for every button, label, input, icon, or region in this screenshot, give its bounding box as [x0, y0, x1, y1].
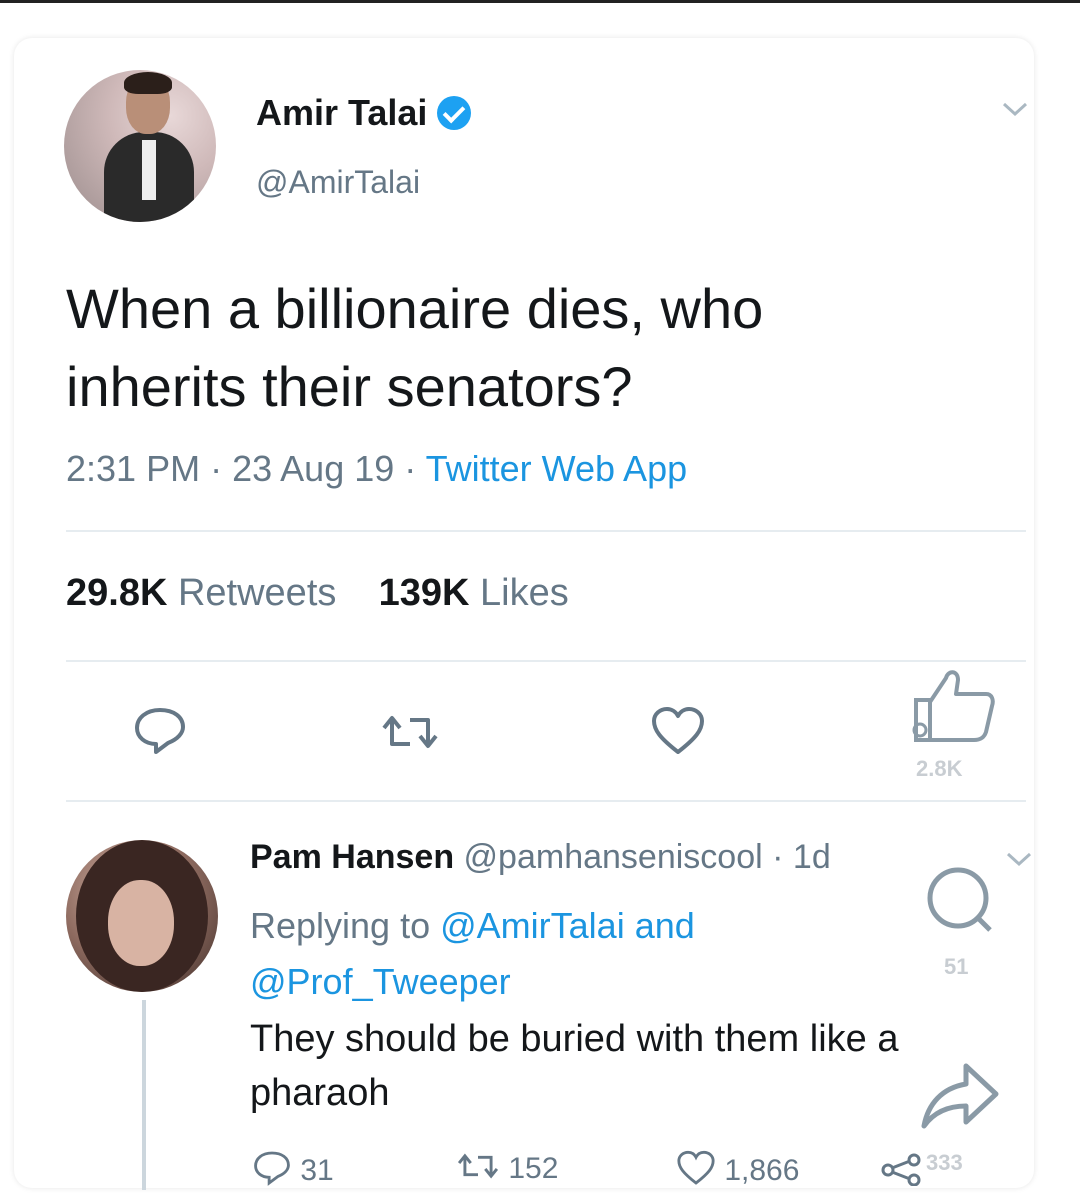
reply-header: Pam Hansen @pamhanseniscool · 1d — [250, 838, 831, 877]
top-border — [0, 0, 1080, 3]
reply-like-action[interactable]: 1,866 — [676, 1150, 799, 1188]
avatar-figure-face — [108, 880, 174, 966]
reply-author-name[interactable]: Pam Hansen — [250, 838, 454, 876]
heart-icon[interactable] — [650, 706, 706, 756]
tweet-source[interactable]: Twitter Web App — [426, 448, 687, 489]
reply-count: 31 — [300, 1154, 334, 1187]
avatar-figure-hair — [124, 72, 172, 94]
meta-separator: · — [404, 448, 417, 489]
likes-stat[interactable]: 139K Likes — [379, 572, 569, 614]
tweet-meta: 2:31 PM · 23 Aug 19 · Twitter Web App — [66, 448, 687, 490]
tweet-date[interactable]: 23 Aug 19 — [232, 448, 394, 489]
share-overlay-icon[interactable] — [918, 1060, 1002, 1134]
reply-text: They should be buried with them like a p… — [250, 1018, 899, 1114]
reply-age[interactable]: 1d — [793, 838, 831, 876]
overlay-comment-count: 51 — [944, 954, 969, 979]
author-name[interactable]: Amir Talai — [256, 92, 427, 133]
reply-reply-action[interactable]: 31 — [252, 1150, 334, 1188]
tweet-text: When a billionaire dies, who inherits th… — [66, 277, 764, 418]
chevron-down-icon[interactable] — [1004, 850, 1034, 870]
reply-author-avatar[interactable] — [66, 840, 218, 992]
comment-overlay-icon[interactable] — [920, 860, 1000, 940]
tweet-time[interactable]: 2:31 PM — [66, 448, 200, 489]
replying-to: Replying to @AmirTalai and @Prof_Tweeper — [250, 898, 870, 1010]
author-handle[interactable]: @AmirTalai — [256, 164, 420, 201]
thumbs-up-overlay-icon[interactable] — [906, 660, 1002, 750]
likes-count: 139K — [378, 572, 470, 614]
chevron-down-icon[interactable] — [1000, 100, 1030, 120]
replying-prefix: Replying to — [250, 905, 431, 946]
replying-and: and — [634, 905, 695, 946]
avatar-figure-shirt — [142, 140, 156, 200]
reply-icon[interactable] — [132, 706, 188, 756]
heart-icon — [677, 1150, 715, 1185]
meta-separator: · — [772, 838, 784, 876]
retweets-count: 29.8K — [66, 572, 168, 614]
likes-label: Likes — [480, 572, 569, 614]
author-avatar[interactable] — [64, 70, 216, 222]
mention-link[interactable]: @AmirTalai — [440, 905, 625, 946]
mention-link[interactable]: @Prof_Tweeper — [250, 961, 511, 1002]
verified-badge-icon — [437, 96, 472, 130]
reply-retweet-action[interactable]: 152 — [456, 1150, 558, 1186]
divider — [66, 530, 1026, 532]
tweet-stats: 29.8K Retweets 139K Likes — [66, 572, 569, 615]
divider — [66, 660, 1026, 662]
overlay-like-count: 2.8K — [916, 756, 963, 781]
retweet-icon[interactable] — [380, 710, 440, 754]
reply-icon — [254, 1151, 290, 1186]
author-name-row[interactable]: Amir Talai — [256, 92, 472, 134]
like-count: 1,866 — [724, 1154, 800, 1187]
retweets-stat[interactable]: 29.8K Retweets — [66, 572, 336, 614]
retweet-count: 152 — [508, 1152, 559, 1185]
thread-line — [142, 1000, 146, 1190]
reply-author-handle[interactable]: @pamhanseniscool — [464, 838, 763, 876]
overlay-share-count: 333 — [926, 1150, 963, 1175]
divider — [66, 800, 1026, 802]
retweets-label: Retweets — [177, 572, 337, 614]
retweet-icon — [457, 1153, 499, 1179]
share-nodes-icon[interactable] — [880, 1152, 924, 1186]
meta-separator: · — [210, 448, 223, 489]
